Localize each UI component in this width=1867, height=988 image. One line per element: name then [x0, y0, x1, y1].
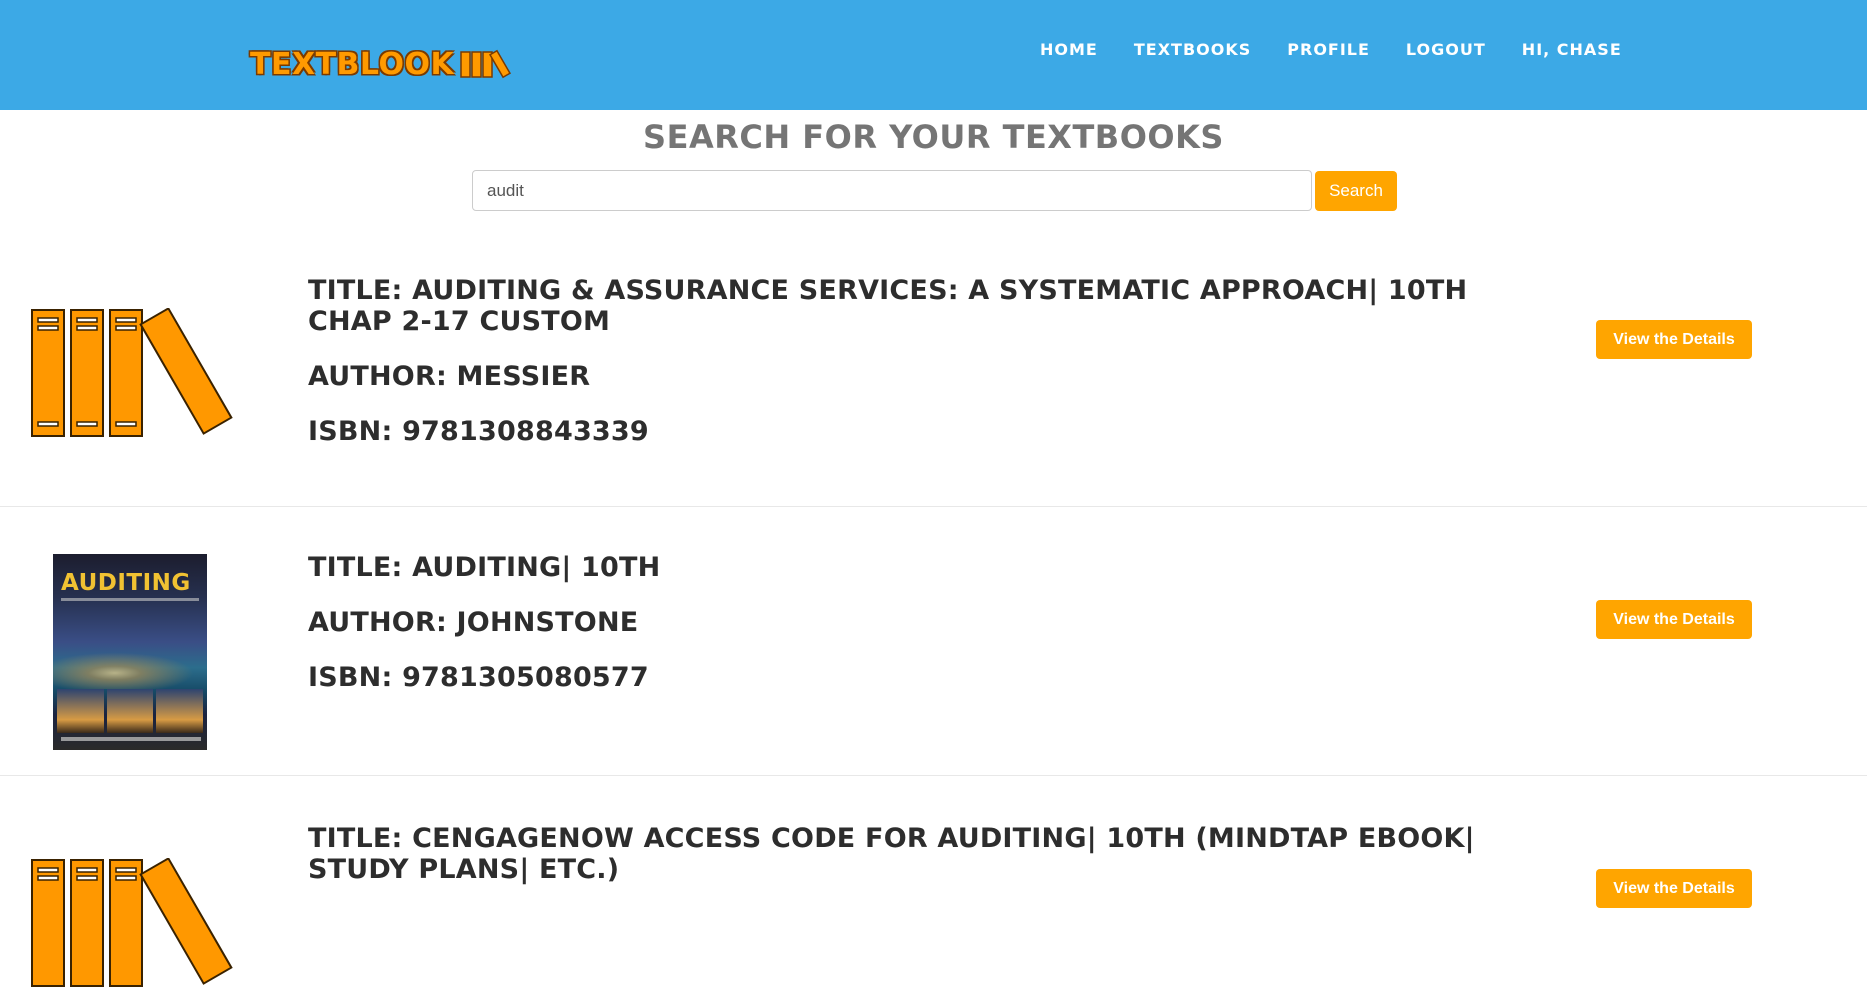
nav-profile[interactable]: PROFILE: [1287, 40, 1370, 60]
cover-subtitle-line: [61, 598, 199, 601]
nav-textbooks[interactable]: TEXTBOOKS: [1134, 40, 1251, 60]
result-info: TITLE: CENGAGENOW ACCESS CODE FOR AUDITI…: [308, 823, 1558, 909]
view-details-button[interactable]: View the Details: [1596, 869, 1752, 908]
nav-logout[interactable]: LOGOUT: [1406, 40, 1486, 60]
result-title: TITLE: CENGAGENOW ACCESS CODE FOR AUDITI…: [308, 823, 1475, 885]
result-item: TITLE: CENGAGENOW ACCESS CODE FOR AUDITI…: [0, 776, 1867, 987]
view-details-button[interactable]: View the Details: [1596, 600, 1752, 639]
brand-logo[interactable]: TEXTBLOOK: [250, 44, 512, 84]
cover-city-image: [53, 649, 207, 689]
nav-user-greeting[interactable]: HI, CHASE: [1522, 40, 1622, 60]
search-heading: SEARCH FOR YOUR TEXTBOOKS: [643, 118, 1224, 156]
result-title: TITLE: AUDITING & ASSURANCE SERVICES: A …: [308, 275, 1468, 337]
result-item: TITLE: AUDITING| 10TH AUTHOR: JOHNSTONE …: [0, 507, 1867, 776]
result-info: TITLE: AUDITING| 10TH AUTHOR: JOHNSTONE …: [308, 552, 1558, 717]
search-button[interactable]: Search: [1315, 171, 1397, 211]
top-navbar: TEXTBLOOK HOME TEXTBOOKS PROFILE LOGOUT …: [0, 0, 1867, 110]
result-title: TITLE: AUDITING| 10TH: [308, 552, 661, 583]
auditing-book-cover: AUDITING: [53, 554, 207, 750]
nav-home[interactable]: HOME: [1040, 40, 1098, 60]
cover-authors-line: [61, 737, 201, 741]
result-info: TITLE: AUDITING & ASSURANCE SERVICES: A …: [308, 275, 1558, 471]
search-input[interactable]: [472, 170, 1312, 211]
brand-name: TEXTBLOOK: [250, 46, 455, 82]
cover-photo-grid: [57, 689, 204, 733]
result-author: AUTHOR: JOHNSTONE: [308, 607, 639, 638]
result-isbn: ISBN: 9781305080577: [308, 662, 649, 693]
main-nav: HOME TEXTBOOKS PROFILE LOGOUT HI, CHASE: [1040, 40, 1658, 60]
result-author: AUTHOR: MESSIER: [308, 361, 591, 392]
cover-title: AUDITING: [61, 570, 191, 596]
result-isbn: ISBN: 9781308843339: [308, 416, 649, 447]
books-placeholder-icon: [31, 308, 233, 437]
view-details-button[interactable]: View the Details: [1596, 320, 1752, 359]
books-placeholder-icon: [31, 858, 233, 987]
books-logo-icon: [460, 49, 512, 79]
result-item: TITLE: AUDITING & ASSURANCE SERVICES: A …: [0, 230, 1867, 507]
